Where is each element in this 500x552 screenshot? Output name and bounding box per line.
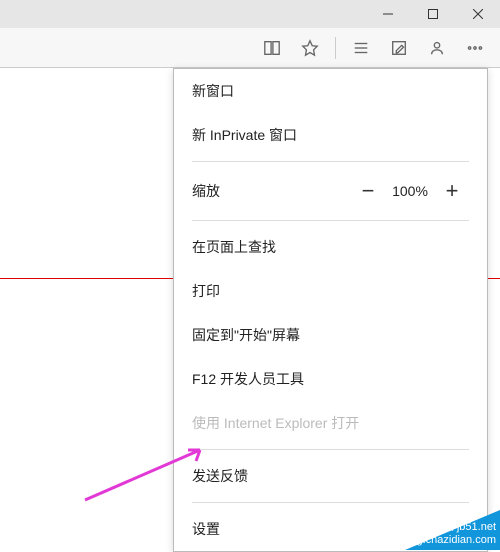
menu-open-ie: 使用 Internet Explorer 打开 — [174, 401, 487, 445]
hub-icon[interactable] — [344, 31, 378, 65]
menu-feedback[interactable]: 发送反馈 — [174, 454, 487, 498]
zoom-in-button[interactable]: + — [435, 174, 469, 208]
maximize-button[interactable] — [410, 0, 455, 28]
zoom-value: 100% — [385, 183, 435, 199]
minimize-button[interactable] — [365, 0, 410, 28]
reading-view-icon[interactable] — [255, 31, 289, 65]
menu-print[interactable]: 打印 — [174, 269, 487, 313]
window-titlebar — [0, 0, 500, 28]
watermark-text: 脚本之家 jb51.net jiaocheng.chazidian.com — [376, 521, 496, 547]
menu-new-window[interactable]: 新窗口 — [174, 69, 487, 113]
menu-pin-start[interactable]: 固定到"开始"屏幕 — [174, 313, 487, 357]
share-icon[interactable] — [420, 31, 454, 65]
more-menu: 新窗口 新 InPrivate 窗口 缩放 − 100% + 在页面上查找 打印… — [173, 68, 488, 552]
menu-zoom-row: 缩放 − 100% + — [174, 166, 487, 216]
annotation-arrow — [80, 445, 210, 510]
zoom-out-button[interactable]: − — [351, 174, 385, 208]
more-icon[interactable] — [458, 31, 492, 65]
favorite-star-icon[interactable] — [293, 31, 327, 65]
menu-separator — [192, 502, 469, 503]
menu-new-inprivate[interactable]: 新 InPrivate 窗口 — [174, 113, 487, 157]
menu-find[interactable]: 在页面上查找 — [174, 225, 487, 269]
menu-devtools[interactable]: F12 开发人员工具 — [174, 357, 487, 401]
browser-toolbar — [0, 28, 500, 68]
close-button[interactable] — [455, 0, 500, 28]
zoom-label: 缩放 — [192, 181, 351, 201]
menu-separator — [192, 161, 469, 162]
web-note-icon[interactable] — [382, 31, 416, 65]
menu-separator — [192, 449, 469, 450]
toolbar-separator — [335, 37, 336, 59]
menu-separator — [192, 220, 469, 221]
